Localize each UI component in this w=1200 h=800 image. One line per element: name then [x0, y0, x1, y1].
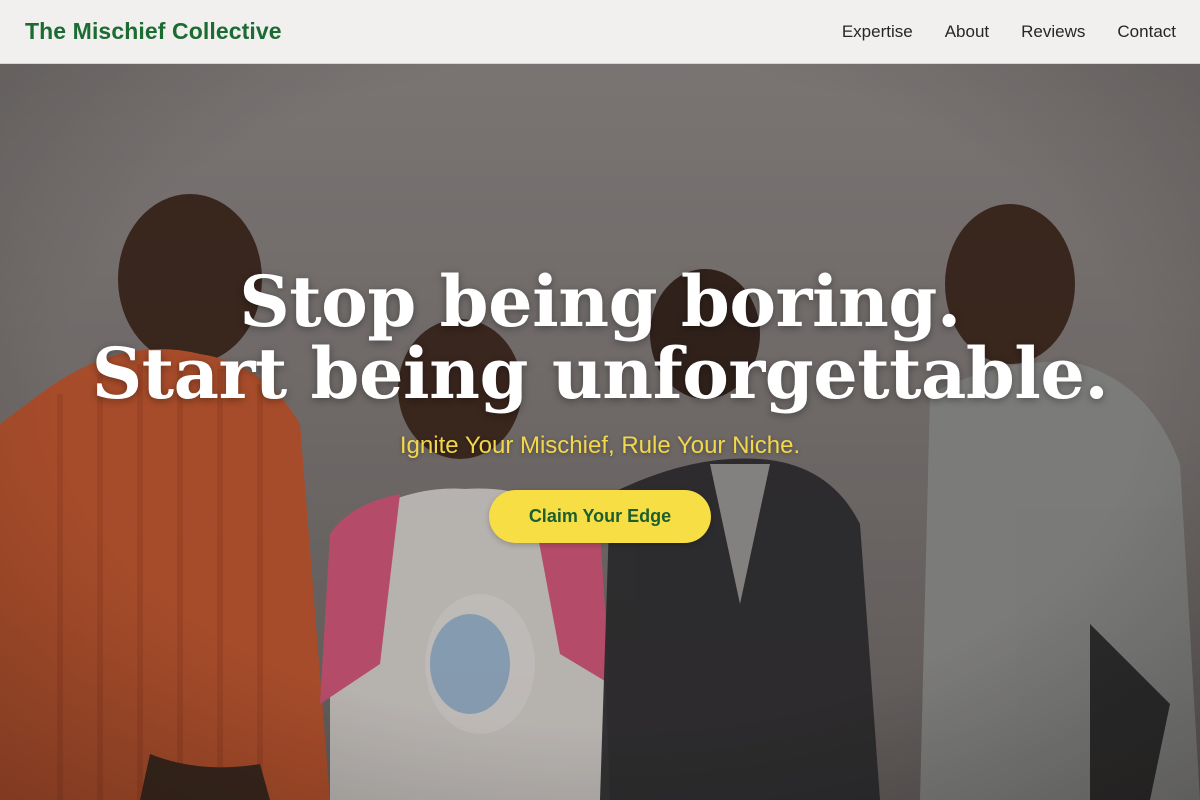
hero-headline: Stop being boring. Start being unforgett…	[92, 266, 1109, 410]
nav-link-reviews[interactable]: Reviews	[1021, 22, 1085, 42]
page: The Mischief Collective Expertise About …	[0, 0, 1200, 800]
hero-section: Stop being boring. Start being unforgett…	[0, 64, 1200, 800]
hero-tagline: Ignite Your Mischief, Rule Your Niche.	[399, 432, 801, 459]
nav-link-contact[interactable]: Contact	[1117, 22, 1176, 42]
hero-content: Stop being boring. Start being unforgett…	[0, 64, 1200, 800]
claim-your-edge-button[interactable]: Claim Your Edge	[489, 490, 711, 543]
top-navbar: The Mischief Collective Expertise About …	[0, 0, 1200, 64]
nav-link-expertise[interactable]: Expertise	[842, 22, 913, 42]
brand-logo-text[interactable]: The Mischief Collective	[25, 18, 282, 45]
hero-headline-line-2: Start being unforgettable.	[91, 332, 1109, 415]
hero-headline-line-1: Stop being boring.	[239, 260, 961, 343]
nav-link-about[interactable]: About	[945, 22, 989, 42]
main-nav: Expertise About Reviews Contact	[842, 22, 1176, 42]
